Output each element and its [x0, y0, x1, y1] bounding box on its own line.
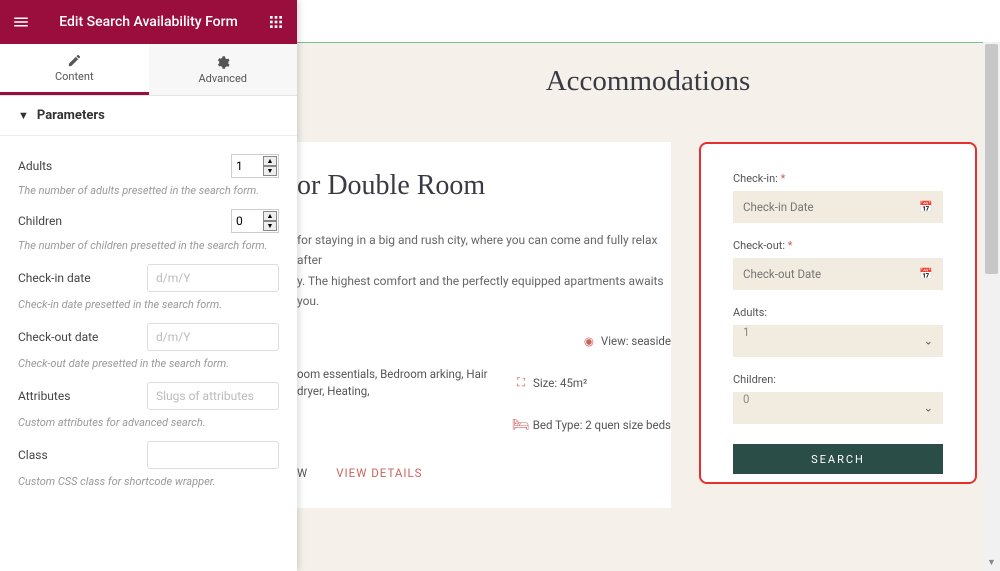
adults-step-down[interactable]: ▼	[263, 166, 277, 176]
param-attributes-help: Custom attributes for advanced search.	[18, 416, 279, 429]
vertical-scrollbar[interactable]: ▲ ▼	[983, 42, 1000, 571]
chevron-down-icon: ⌄	[924, 335, 933, 348]
attributes-input[interactable]	[147, 382, 279, 410]
widget-children-value: 0	[743, 392, 749, 406]
tab-advanced-label: Advanced	[199, 72, 247, 85]
adults-input-wrap: ▲▼	[231, 154, 279, 178]
widget-adults-value: 1	[743, 325, 749, 339]
parameters-body: Adults ▲▼ The number of adults presetted…	[0, 136, 297, 510]
widget-checkout-input[interactable]	[733, 258, 943, 290]
panel-tabs: Content Advanced	[0, 44, 297, 96]
room-title: or Double Room	[297, 170, 671, 202]
panel-header: Edit Search Availability Form	[0, 0, 297, 44]
param-class-label: Class	[18, 448, 48, 462]
apps-grid-icon[interactable]	[267, 13, 285, 31]
search-availability-widget: Check-in: * 📅 Check-out: * 📅 Adults: 1 ⌄…	[699, 142, 977, 484]
param-children-label: Children	[18, 214, 62, 228]
widget-checkin-label: Check-in: *	[733, 172, 943, 185]
param-attributes-label: Attributes	[18, 389, 70, 403]
tab-content[interactable]: Content	[0, 44, 149, 95]
param-checkin-help: Check-in date presetted in the search fo…	[18, 298, 279, 311]
scroll-down-button[interactable]: ▼	[983, 554, 1000, 571]
expand-icon: ⛶	[515, 377, 527, 389]
pencil-icon	[67, 53, 82, 68]
room-card: or Double Room for staying in a big and …	[297, 142, 671, 508]
room-desc-line2: y. The highest comfort and the perfectly…	[297, 274, 664, 308]
param-checkout-help: Check-out date presetted in the search f…	[18, 357, 279, 370]
param-checkout-label: Check-out date	[18, 330, 98, 344]
view-details-link[interactable]: VIEW DETAILS	[336, 466, 422, 480]
widget-adults-select[interactable]: 1	[733, 325, 943, 357]
tab-content-label: Content	[55, 70, 94, 83]
eye-icon: ◉	[583, 335, 595, 347]
book-button[interactable]: W	[297, 466, 308, 480]
checkout-input[interactable]	[147, 323, 279, 351]
menu-icon[interactable]	[12, 13, 30, 31]
param-class-help: Custom CSS class for shortcode wrapper.	[18, 475, 279, 488]
tab-advanced[interactable]: Advanced	[149, 44, 298, 95]
chevron-down-icon: ⌄	[924, 402, 933, 415]
bed-icon: 🛏	[515, 419, 527, 431]
page-heading: Accommodations	[297, 43, 999, 142]
room-desc-line1: for staying in a big and rush city, wher…	[297, 233, 657, 267]
checkin-input[interactable]	[147, 264, 279, 292]
param-adults-label: Adults	[18, 159, 52, 173]
canvas-inner: Accommodations or Double Room for stayin…	[297, 42, 999, 571]
room-actions: W VIEW DETAILS	[297, 466, 671, 480]
param-children-help: The number of children presetted in the …	[18, 239, 279, 252]
spec-bed: Bed Type: 2 quen size beds	[533, 418, 671, 432]
children-step-up[interactable]: ▲	[263, 211, 277, 221]
param-adults-help: The number of adults presetted in the se…	[18, 184, 279, 197]
widget-children-label: Children:	[733, 373, 943, 386]
param-checkin-label: Check-in date	[18, 271, 91, 285]
scroll-thumb[interactable]	[985, 44, 998, 274]
calendar-icon: 📅	[919, 268, 933, 281]
widget-adults-label: Adults:	[733, 306, 943, 319]
calendar-icon: 📅	[919, 201, 933, 214]
section-title: Parameters	[37, 108, 105, 123]
section-parameters-toggle[interactable]: ▼ Parameters	[0, 96, 297, 136]
editor-panel: Edit Search Availability Form Content Ad…	[0, 0, 297, 571]
spec-size: Size: 45m²	[533, 376, 587, 390]
preview-canvas: Accommodations or Double Room for stayin…	[297, 0, 1000, 571]
widget-children-select[interactable]: 0	[733, 392, 943, 424]
children-step-down[interactable]: ▼	[263, 221, 277, 231]
widget-checkin-input[interactable]	[733, 191, 943, 223]
caret-down-icon: ▼	[18, 109, 29, 122]
spec-amenities: oom essentials, Bedroom arking, Hair dry…	[297, 366, 497, 401]
search-button[interactable]: SEARCH	[733, 444, 943, 474]
panel-title: Edit Search Availability Form	[30, 14, 267, 30]
adults-step-up[interactable]: ▲	[263, 156, 277, 166]
room-specs: ◉ View: seaside oom essentials, Bedroom a…	[297, 334, 671, 433]
gear-icon	[215, 55, 230, 70]
children-input-wrap: ▲▼	[231, 209, 279, 233]
class-input[interactable]	[147, 441, 279, 469]
spec-view: View: seaside	[601, 334, 671, 348]
room-description: for staying in a big and rush city, wher…	[297, 230, 671, 312]
content-row: or Double Room for staying in a big and …	[297, 142, 999, 508]
widget-checkout-label: Check-out: *	[733, 239, 943, 252]
